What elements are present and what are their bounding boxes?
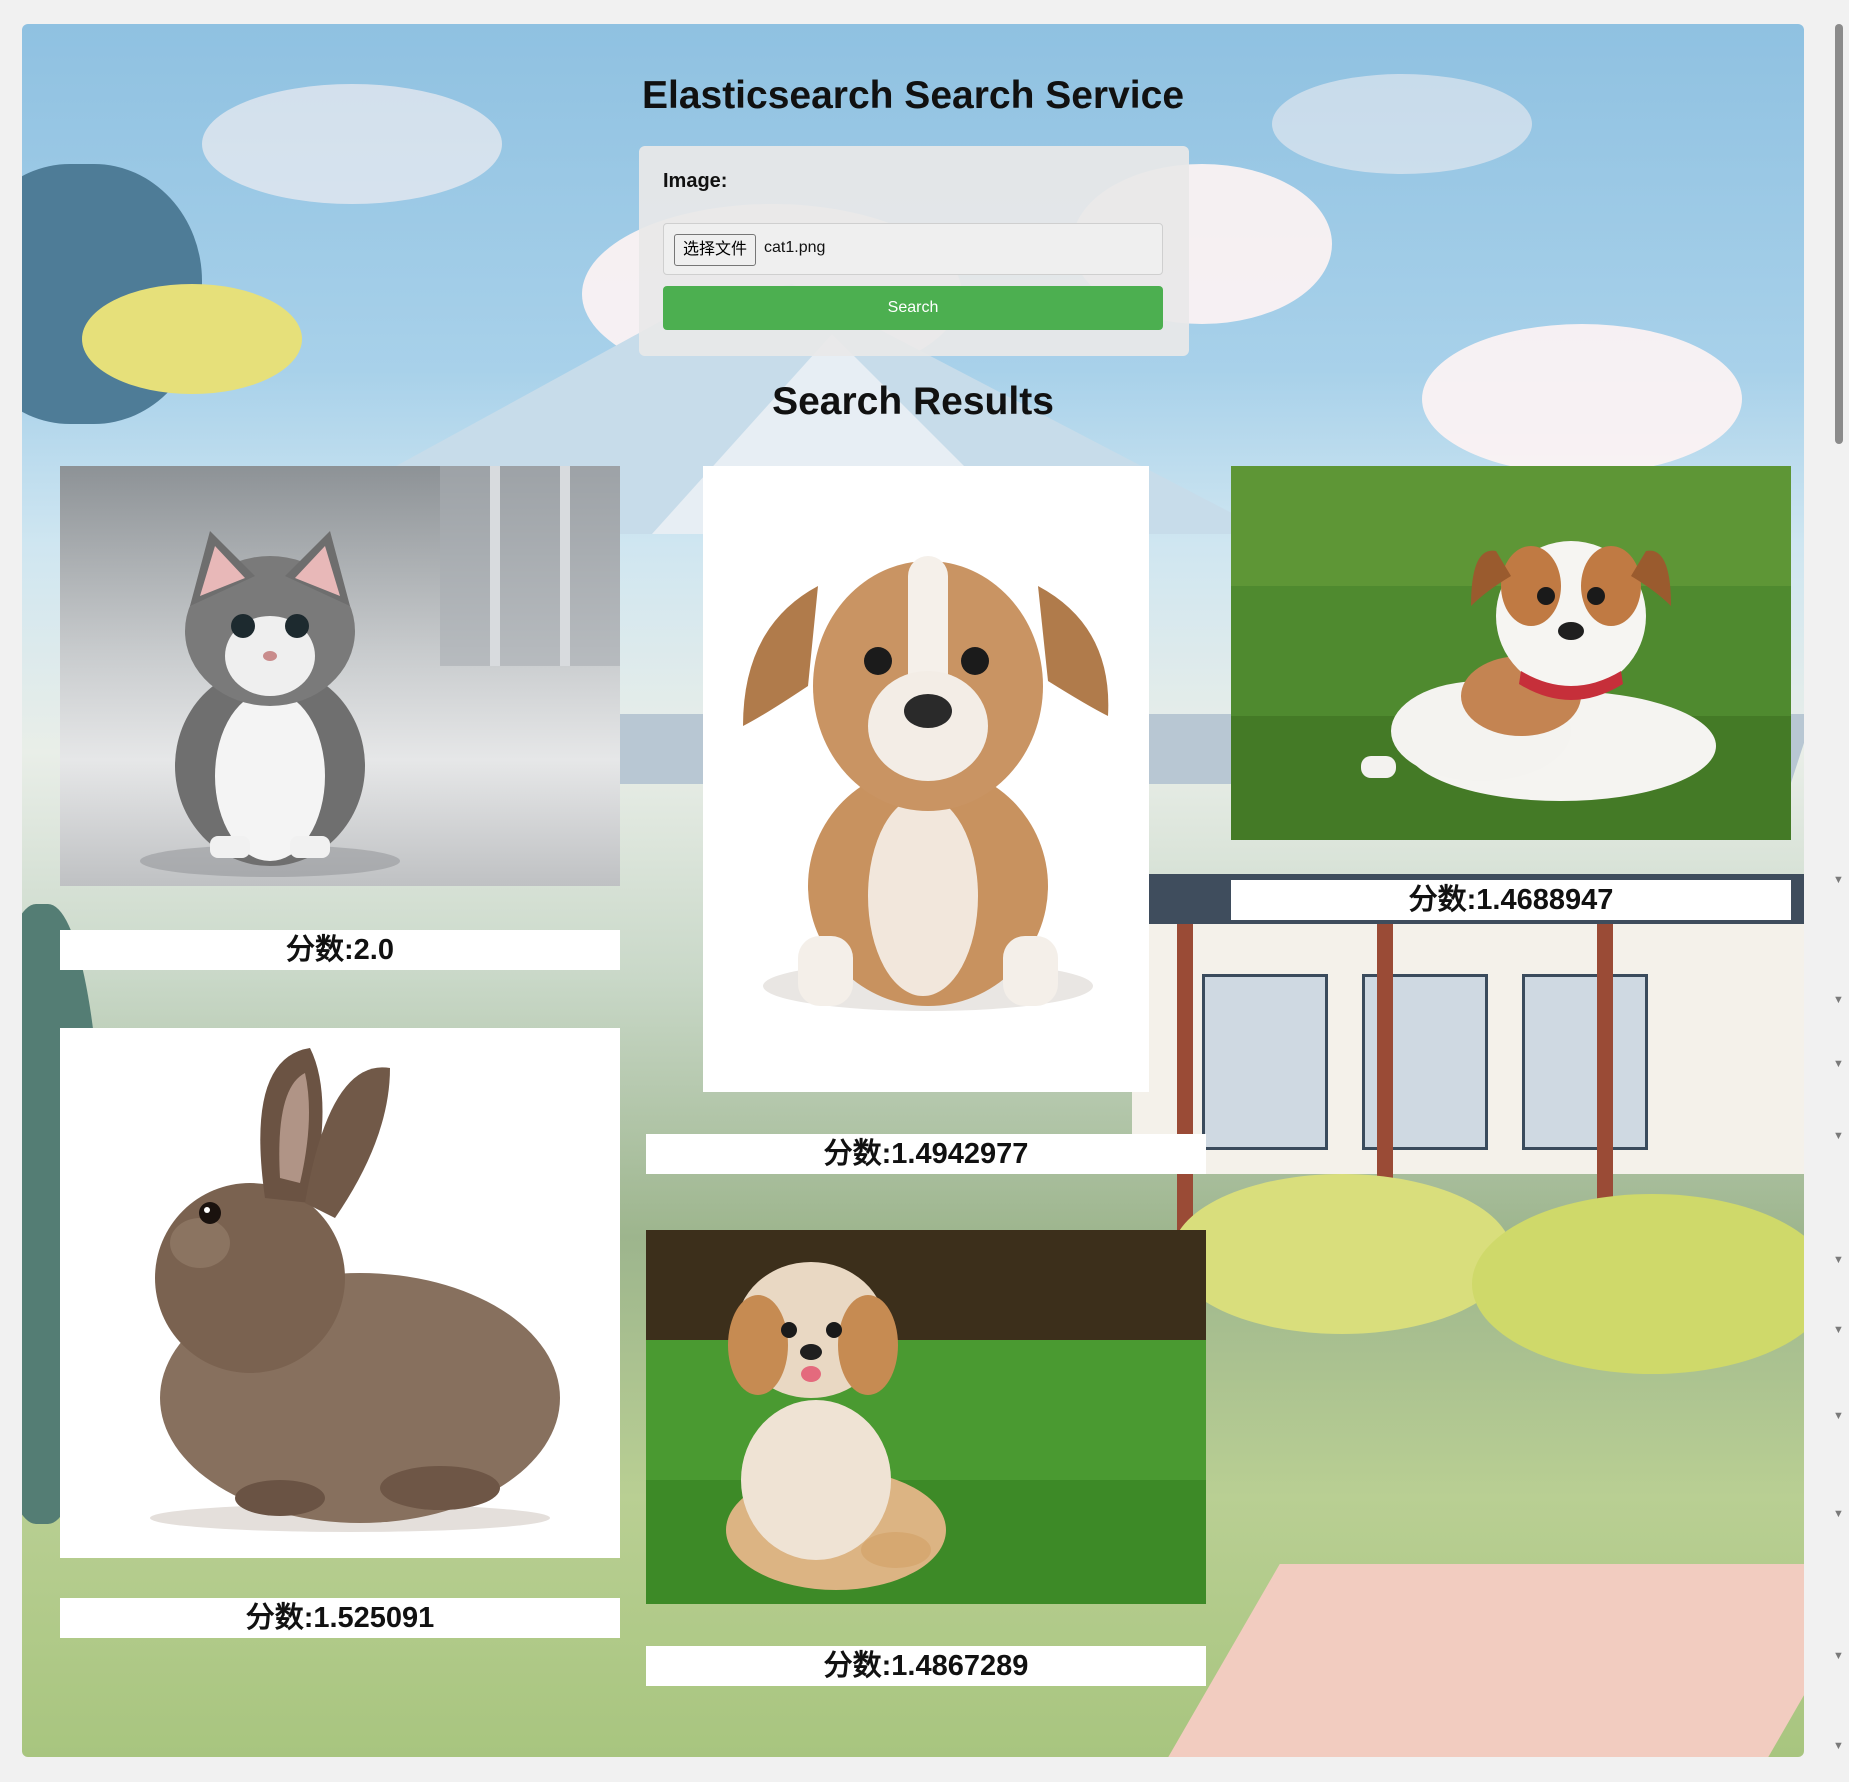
scroll-arrow-icon: ▼ (1833, 1650, 1844, 1662)
result-image-fluffy-puppy[interactable] (646, 1230, 1206, 1604)
scroll-arrow-icon: ▼ (1833, 1508, 1844, 1520)
result-score: 分数:1.4867289 (646, 1646, 1206, 1686)
scroll-thumb[interactable] (1835, 24, 1843, 444)
scroll-arrow-icon: ▼ (1833, 1410, 1844, 1422)
result-image-kitten[interactable] (60, 466, 620, 886)
window-decoration (1522, 974, 1648, 1150)
result-image-puppy[interactable] (703, 466, 1149, 1092)
scroll-arrow-icon: ▼ (1833, 994, 1844, 1006)
page-title: Elasticsearch Search Service (641, 74, 1185, 117)
image-field-label: Image: (663, 170, 728, 192)
scroll-arrow-icon: ▼ (1833, 1254, 1844, 1266)
choose-file-button[interactable]: 选择文件 (674, 234, 757, 266)
result-image-puppy-grass[interactable] (1231, 466, 1791, 840)
scroll-arrow-icon: ▼ (1833, 1058, 1844, 1070)
result-image-rabbit[interactable] (60, 1028, 620, 1558)
scroll-arrow-icon: ▼ (1833, 874, 1844, 886)
results-title: Search Results (772, 380, 1054, 423)
result-item[interactable]: 分数:1.4867289 (646, 1230, 1206, 1690)
bush-decoration (82, 284, 302, 394)
image-file-input[interactable]: 选择文件 cat1.png (663, 223, 1163, 275)
result-score: 分数:1.4688947 (1231, 880, 1791, 920)
selected-file-name: cat1.png (764, 239, 826, 256)
vertical-scrollbar[interactable]: ▼ ▼ ▼ ▼ ▼ ▼ ▼ ▼ ▼ ▼ (1828, 0, 1849, 1782)
scroll-arrow-icon: ▼ (1833, 1324, 1844, 1336)
result-item[interactable]: 分数:2.0 (60, 466, 620, 970)
path-decoration (1164, 1564, 1804, 1757)
scroll-arrow-icon: ▼ (1833, 1130, 1844, 1142)
result-item[interactable]: 分数:1.525091 (60, 1028, 620, 1638)
bush-decoration (1472, 1194, 1804, 1374)
search-form: Image: 选择文件 cat1.png Search (639, 146, 1189, 356)
result-item[interactable]: 分数:1.4688947 (1231, 466, 1791, 926)
search-button[interactable]: Search (663, 286, 1163, 330)
page-background: Elasticsearch Search Service Image: 选择文件… (22, 24, 1804, 1757)
result-score: 分数:2.0 (60, 930, 620, 970)
bush-decoration (1172, 1174, 1512, 1334)
scroll-arrow-icon: ▼ (1833, 1740, 1844, 1752)
result-item[interactable]: 分数:1.4942977 (646, 466, 1263, 1176)
result-score: 分数:1.4942977 (646, 1134, 1206, 1174)
result-score: 分数:1.525091 (60, 1598, 620, 1638)
